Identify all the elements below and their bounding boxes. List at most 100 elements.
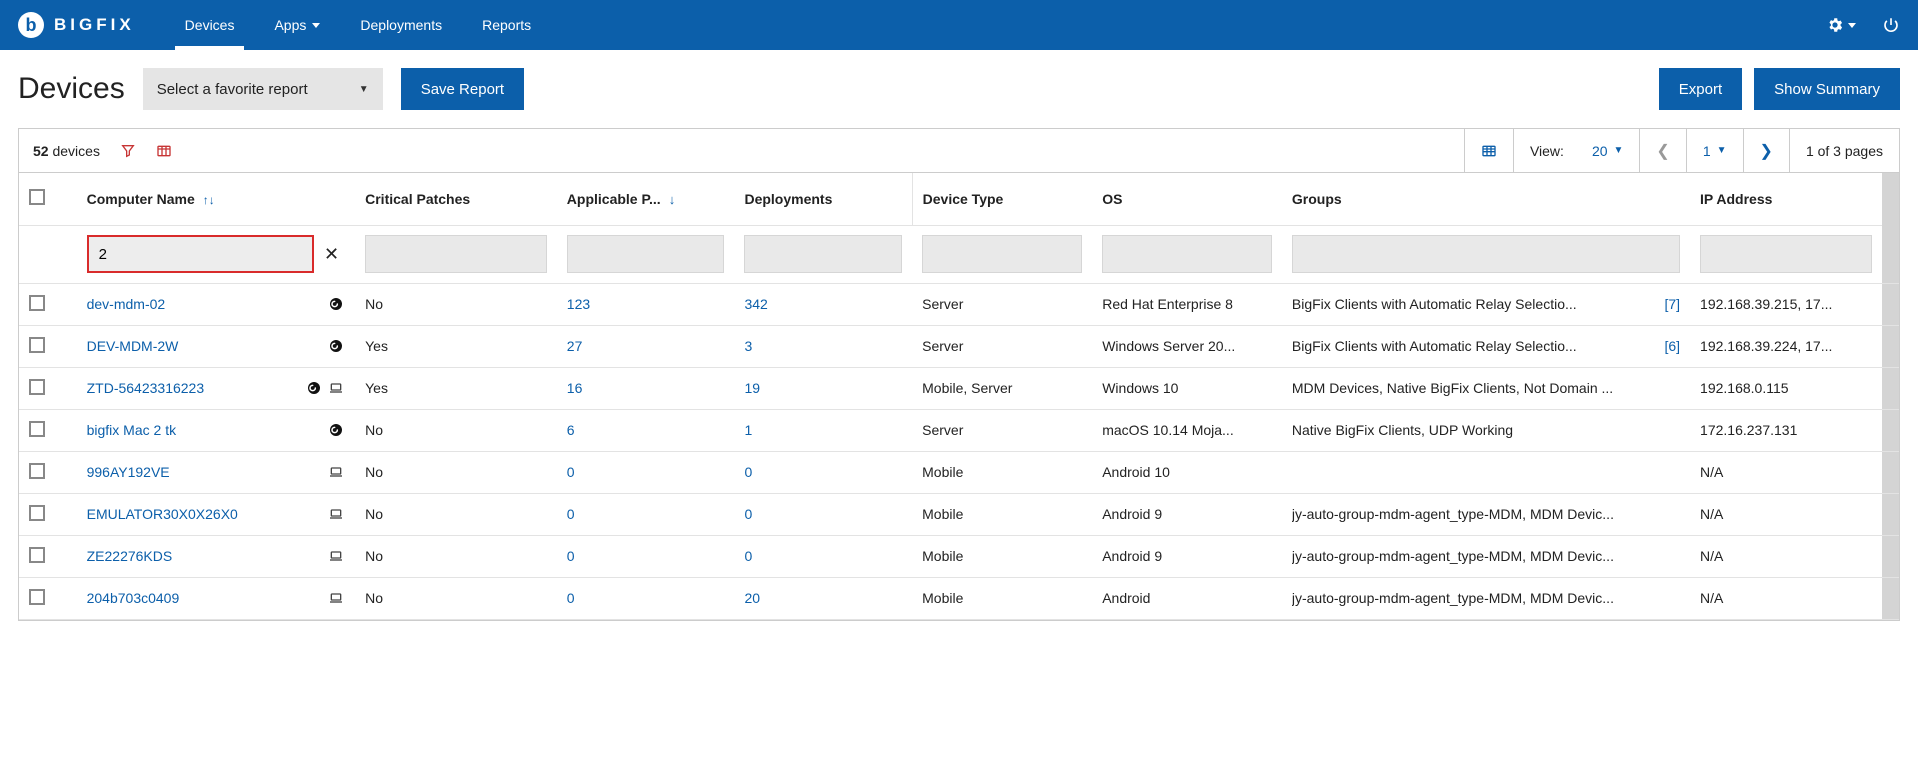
device-link[interactable]: ZE22276KDS <box>87 548 173 564</box>
bigfix-agent-icon <box>305 379 323 397</box>
nav-reports[interactable]: Reports <box>462 0 551 50</box>
row-checkbox[interactable] <box>29 379 45 395</box>
save-report-button[interactable]: Save Report <box>401 68 524 110</box>
table-row: dev-mdm-02No123342ServerRed Hat Enterpri… <box>19 283 1899 325</box>
applicable-link[interactable]: 6 <box>567 422 575 438</box>
filter-ip[interactable] <box>1700 235 1872 273</box>
show-summary-button[interactable]: Show Summary <box>1754 68 1900 110</box>
pager-prev[interactable]: ❮ <box>1639 129 1685 173</box>
grid-toggle[interactable] <box>1464 129 1513 173</box>
pager-next[interactable]: ❯ <box>1743 129 1789 173</box>
filter-os[interactable]: ▼ <box>1102 235 1272 273</box>
chevron-down-icon: ▼ <box>359 84 369 95</box>
device-link[interactable]: 204b703c0409 <box>87 590 180 606</box>
nav-apps[interactable]: Apps <box>254 0 340 50</box>
device-link[interactable]: ZTD-56423316223 <box>87 380 205 396</box>
col-os[interactable]: OS <box>1092 173 1282 225</box>
view-size: View: 20 ▼ <box>1513 129 1639 173</box>
chevron-right-icon: ❯ <box>1760 141 1773 161</box>
filter-device-type[interactable] <box>922 235 1082 273</box>
deployments-link[interactable]: 1 <box>744 422 752 438</box>
deployments-link[interactable]: 0 <box>744 548 752 564</box>
applicable-link[interactable]: 27 <box>567 338 583 354</box>
col-device-type[interactable]: Device Type <box>912 173 1092 225</box>
deployments-link[interactable]: 20 <box>744 590 760 606</box>
applicable-link[interactable]: 16 <box>567 380 583 396</box>
page-size-select[interactable]: 20 ▼ <box>1592 143 1623 159</box>
favorite-report-select[interactable]: Select a favorite report ▼ <box>143 68 383 110</box>
navbar: b BIGFIX Devices Apps Deployments Report… <box>0 0 1918 50</box>
filter-icon[interactable] <box>120 143 136 159</box>
groups-cell: jy-auto-group-mdm-agent_type-MDM, MDM De… <box>1292 548 1680 564</box>
os-cell: Android 9 <box>1092 535 1282 577</box>
row-checkbox[interactable] <box>29 295 45 311</box>
applicable-link[interactable]: 0 <box>567 548 575 564</box>
deployments-link[interactable]: 0 <box>744 506 752 522</box>
sort-icon: ↑↓ <box>203 193 215 207</box>
col-groups[interactable]: Groups <box>1282 173 1690 225</box>
power-button[interactable] <box>1882 16 1900 34</box>
critical-cell: No <box>355 535 557 577</box>
col-applicable-patches[interactable]: Applicable P...↓ <box>557 173 735 225</box>
filter-groups[interactable] <box>1292 235 1680 273</box>
row-checkbox[interactable] <box>29 463 45 479</box>
critical-cell: Yes <box>355 325 557 367</box>
deployments-link[interactable]: 342 <box>744 296 767 312</box>
applicable-link[interactable]: 0 <box>567 506 575 522</box>
groups-count[interactable]: [6] <box>1664 338 1680 354</box>
col-ip[interactable]: IP Address <box>1690 173 1882 225</box>
os-cell: Red Hat Enterprise 8 <box>1092 283 1282 325</box>
applicable-link[interactable]: 0 <box>567 590 575 606</box>
row-checkbox[interactable] <box>29 337 45 353</box>
applicable-link[interactable]: 123 <box>567 296 590 312</box>
col-deployments[interactable]: Deployments <box>734 173 912 225</box>
row-checkbox[interactable] <box>29 505 45 521</box>
deployments-link[interactable]: 0 <box>744 464 752 480</box>
row-checkbox[interactable] <box>29 589 45 605</box>
type-cell: Mobile, Server <box>912 367 1092 409</box>
settings-menu[interactable] <box>1826 16 1856 34</box>
device-link[interactable]: dev-mdm-02 <box>87 296 166 312</box>
columns-icon[interactable] <box>156 143 172 159</box>
chevron-down-icon: ▼ <box>1614 145 1624 156</box>
table-container: 52 devices View: 20 ▼ ❮ 1 <box>18 128 1900 621</box>
nav-devices[interactable]: Devices <box>165 0 255 50</box>
critical-cell: No <box>355 283 557 325</box>
deployments-link[interactable]: 19 <box>744 380 760 396</box>
device-link[interactable]: DEV-MDM-2W <box>87 338 179 354</box>
power-icon <box>1882 16 1900 34</box>
critical-cell: No <box>355 451 557 493</box>
table-row: ZTD-56423316223Yes1619Mobile, ServerWind… <box>19 367 1899 409</box>
table-row: DEV-MDM-2WYes273ServerWindows Server 20.… <box>19 325 1899 367</box>
table-row: ZE22276KDSNo00MobileAndroid 9jy-auto-gro… <box>19 535 1899 577</box>
device-link[interactable]: 996AY192VE <box>87 464 170 480</box>
device-link[interactable]: EMULATOR30X0X26X0 <box>87 506 238 522</box>
export-button[interactable]: Export <box>1659 68 1742 110</box>
header-row: Computer Name↑↓ Critical Patches Applica… <box>19 173 1899 225</box>
filter-critical[interactable] <box>365 235 547 273</box>
row-checkbox[interactable] <box>29 547 45 563</box>
select-all-checkbox[interactable] <box>29 189 45 205</box>
logo[interactable]: b BIGFIX <box>18 12 135 38</box>
deployments-link[interactable]: 3 <box>744 338 752 354</box>
critical-cell: No <box>355 577 557 619</box>
col-computer-name[interactable]: Computer Name↑↓ <box>77 173 356 225</box>
scrollbar[interactable] <box>1882 173 1899 283</box>
filter-deployments[interactable]: ▲▼ <box>744 235 902 273</box>
device-link[interactable]: bigfix Mac 2 tk <box>87 422 176 438</box>
logo-icon: b <box>18 12 44 38</box>
col-critical-patches[interactable]: Critical Patches <box>355 173 557 225</box>
ip-cell: N/A <box>1690 493 1882 535</box>
filter-applicable[interactable]: ▲▼ <box>567 235 725 273</box>
filter-computer-name[interactable] <box>87 235 314 273</box>
nav-deployments[interactable]: Deployments <box>340 0 462 50</box>
clear-filter-icon[interactable]: ✕ <box>318 244 345 265</box>
row-checkbox[interactable] <box>29 421 45 437</box>
applicable-link[interactable]: 0 <box>567 464 575 480</box>
page-select[interactable]: 1 ▼ <box>1686 129 1743 173</box>
ip-cell: N/A <box>1690 535 1882 577</box>
ip-cell: 172.16.237.131 <box>1690 409 1882 451</box>
os-cell: macOS 10.14 Moja... <box>1092 409 1282 451</box>
laptop-icon <box>327 547 345 565</box>
groups-count[interactable]: [7] <box>1664 296 1680 312</box>
